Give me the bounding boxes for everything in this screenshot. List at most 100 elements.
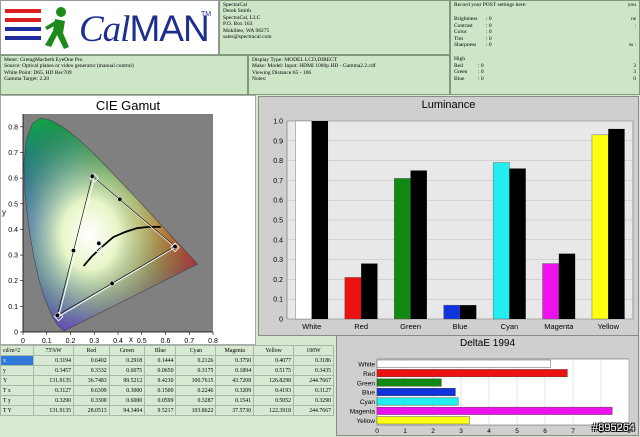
table-cell: 0.3194 <box>33 355 75 366</box>
deltae-category-label: Cyan <box>360 399 376 406</box>
luminance-bar-measured <box>295 120 312 320</box>
table-cell: 0.0599 <box>144 395 177 406</box>
table-cell: 0.3127 <box>33 385 75 396</box>
table-row-label: T Y <box>0 405 35 416</box>
table-row: T Y 131.9135 28.0513 94.3404 9.5217 103.8622 3… <box>0 405 334 416</box>
display-info-panel: Display Type: MODEL LCD,DIRECT Make: Mod… <box>248 55 450 95</box>
table-cell: 0.6399 <box>73 385 110 396</box>
table-cell: 0.3457 <box>33 365 75 376</box>
cie-xlabel: x <box>129 335 133 344</box>
table-cell: 9.5217 <box>144 405 177 416</box>
rgb-right: 0 <box>633 75 636 82</box>
meter-info-line: Gamma Target: 2.20 <box>4 76 50 83</box>
deltae-bar <box>376 388 456 396</box>
deltae-category-label: White <box>358 361 375 368</box>
measured-point <box>117 196 123 202</box>
table-header-row: cd/m^2 75%W Red Green Blue Cyan Magenta … <box>0 345 334 356</box>
luminance-bar-measured <box>542 263 560 320</box>
measured-point <box>71 248 76 254</box>
luminance-y-tick-label: 0.9 <box>273 138 283 145</box>
cie-y-tick-label: 0.8 <box>8 124 18 131</box>
table-cell: 0.3186 <box>293 355 334 366</box>
table-cell: 131.9135 <box>33 375 75 386</box>
table-row: T x 0.3127 0.6399 0.3000 0.1500 0.2246 0.3209 0… <box>0 385 334 396</box>
table-cell: 0.1500 <box>144 385 177 396</box>
table-header: cd/m^2 <box>0 345 35 356</box>
table-cell: 0.1444 <box>144 355 177 366</box>
table-cell: 0.3000 <box>108 385 146 396</box>
rgb-value: : 0 <box>478 75 484 82</box>
deltae-bar <box>376 416 470 425</box>
table-cell: 0.2126 <box>175 355 217 366</box>
luminance-category-label: White <box>302 322 321 331</box>
table-cell: 0.3300 <box>73 395 110 406</box>
cie-y-tick-label: 0.6 <box>8 176 18 183</box>
table-header: 75%W <box>33 345 75 356</box>
cie-y-tick-label: 0.5 <box>8 201 18 208</box>
table-cell: 0.1541 <box>215 395 255 406</box>
luminance-category-label: Blue <box>452 322 467 331</box>
cie-y-tick-label: 0.3 <box>8 253 18 260</box>
deltae-bar <box>376 378 442 387</box>
table-cell: 0.3175 <box>175 365 217 376</box>
deltae-bar <box>376 359 551 368</box>
table-row: T y 0.3290 0.3300 0.6000 0.0599 0.3287 0.1541 0… <box>0 395 334 406</box>
luminance-y-tick-label: 0.7 <box>273 178 283 185</box>
deltae-category-label: Blue <box>362 390 375 397</box>
table-cell: 131.9135 <box>33 405 75 416</box>
setting-value: : 0 <box>486 42 492 49</box>
settings-panel: Record your POST settings here: you Brig… <box>450 0 640 95</box>
table-cell: 0.5052 <box>253 395 295 406</box>
table-cell: 0.3290 <box>293 395 334 406</box>
luminance-y-tick-label: 0.5 <box>273 218 283 225</box>
deltae-x-tick-label: 0 <box>375 428 379 435</box>
table-cell: 244.7667 <box>293 375 334 386</box>
measured-point <box>109 280 115 286</box>
luminance-bar-target <box>410 170 427 319</box>
setting-label: Sharpness <box>454 42 477 49</box>
table-row-label: y <box>0 365 35 376</box>
luminance-category-label: Green <box>400 322 421 331</box>
setting-right: : <box>634 22 636 29</box>
table-cell: 0.3209 <box>215 385 255 396</box>
deltae-category-label: Yellow <box>356 418 375 425</box>
table-header: Magenta <box>215 345 255 356</box>
table-cell: 43.7208 <box>215 375 255 386</box>
table-cell: 244.7667 <box>293 405 334 416</box>
table-header: Cyan <box>175 345 217 356</box>
cie-y-tick-label: 0 <box>14 330 18 337</box>
cie-x-tick-label: 0.4 <box>113 338 123 344</box>
deltae-category-label: Magenta <box>350 409 376 416</box>
luminance-chart-panel: Luminance 0 0.1 0.2 0.3 0.4 0.5 0.6 0.7 0.8 0.9 1.… <box>258 96 639 336</box>
deltae-x-tick-label: 7 <box>571 428 575 435</box>
table-row-label: x <box>0 355 35 366</box>
cie-x-tick-label: 0.2 <box>66 338 76 344</box>
rgb-label: Blue <box>454 75 465 82</box>
luminance-category-label: Magenta <box>544 322 574 331</box>
table-cell: 28.0513 <box>73 405 110 416</box>
table-cell: 0.6000 <box>108 395 146 406</box>
luminance-bar-target <box>608 128 625 319</box>
luminance-y-tick-label: 0 <box>279 317 283 324</box>
table-header: Blue <box>144 345 177 356</box>
logo-wordmark: CalMAN <box>79 7 210 52</box>
luminance-plot: 0 0.1 0.2 0.3 0.4 0.5 0.6 0.7 0.8 0.9 1.0 White Red G… <box>273 119 634 331</box>
table-cell: 0.2918 <box>108 355 146 366</box>
deltae-x-tick-label: 6 <box>543 428 547 435</box>
table-cell: 0.2246 <box>175 385 217 396</box>
cie-x-tick-label: 0.1 <box>42 338 52 344</box>
deltae-category-label: Red <box>363 371 375 378</box>
logo-stripes <box>5 9 41 40</box>
table-cell: 0.1894 <box>215 365 255 376</box>
measured-point <box>89 173 95 179</box>
table-cell: 0.4077 <box>253 355 295 366</box>
logo-cal: Cal <box>79 9 130 50</box>
table-header: 100W <box>293 345 334 356</box>
table-cell: 0.3332 <box>73 365 110 376</box>
cie-plot: 0 0.1 0.2 0.3 0.4 0.5 0.6 0.7 0.8 0 0.1 0.2 0.3 0.4 0.… <box>8 114 218 344</box>
measured-point <box>96 240 102 246</box>
deltae-x-tick-label: 5 <box>515 428 519 435</box>
logo-man: MAN <box>129 8 209 49</box>
table-cell: 99.5212 <box>108 375 146 386</box>
table-cell: 0.0650 <box>144 365 177 376</box>
